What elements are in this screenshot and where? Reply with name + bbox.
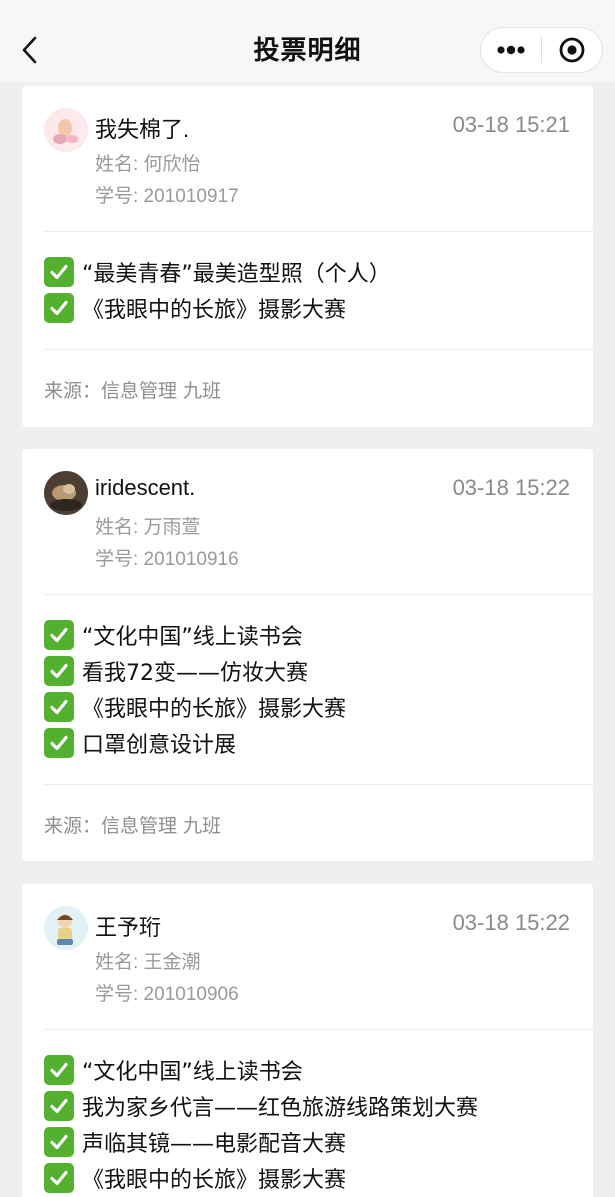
vote-item: “文化中国”线上读书会 <box>44 1052 573 1088</box>
vote-item-label: 我为家乡代言——红色旅游线路策划大赛 <box>82 1096 479 1121</box>
divider <box>44 784 593 785</box>
check-mark-icon <box>44 1127 74 1157</box>
divider <box>44 1029 593 1030</box>
vote-item: “最美青春”最美造型照（个人） <box>44 254 573 290</box>
vote-time: 03-18 15:22 <box>452 475 570 500</box>
nav-bar: 投票明细 <box>0 0 615 82</box>
vote-item-label: 口罩创意设计展 <box>82 733 237 758</box>
avatar[interactable] <box>44 108 88 152</box>
more-button[interactable] <box>481 28 541 72</box>
vote-item: “文化中国”线上读书会 <box>44 617 573 653</box>
student-id: 学号: 201010906 <box>95 984 239 1005</box>
target-circle-icon <box>559 37 585 63</box>
divider <box>44 594 593 595</box>
divider <box>44 231 593 232</box>
vote-time: 03-18 15:22 <box>452 910 570 935</box>
student-id: 学号: 201010916 <box>95 549 239 570</box>
student-id: 学号: 201010917 <box>95 186 239 207</box>
check-mark-icon <box>44 1091 74 1121</box>
divider <box>44 349 593 350</box>
vote-list: “最美青春”最美造型照（个人） 《我眼中的长旅》摄影大赛 <box>44 254 573 326</box>
vote-item-label: 声临其镜——电影配音大赛 <box>82 1132 347 1157</box>
vote-card: 王予珩 03-18 15:22 姓名: 王金潮 学号: 201010906 “文… <box>22 884 593 1197</box>
nickname: iridescent. <box>95 475 196 500</box>
check-mark-icon <box>44 728 74 758</box>
vote-list: “文化中国”线上读书会 看我72变——仿妆大赛 《我眼中的长旅》摄影大赛 口罩创… <box>44 617 573 761</box>
vote-item: 口罩创意设计展 <box>44 725 573 761</box>
avatar[interactable] <box>44 906 88 950</box>
vote-item: 《我眼中的长旅》摄影大赛 <box>44 1160 573 1196</box>
vote-item-label: “文化中国”线上读书会 <box>82 625 303 650</box>
check-mark-icon <box>44 293 74 323</box>
real-name: 姓名: 万雨萱 <box>95 517 201 538</box>
vote-item: 《我眼中的长旅》摄影大赛 <box>44 290 573 326</box>
vote-item-label: 《我眼中的长旅》摄影大赛 <box>82 697 347 722</box>
vote-item: 看我72变——仿妆大赛 <box>44 653 573 689</box>
more-dots-icon <box>497 45 525 55</box>
vote-list: “文化中国”线上读书会 我为家乡代言——红色旅游线路策划大赛 声临其镜——电影配… <box>44 1052 573 1196</box>
user-avatar-icon <box>44 471 88 515</box>
check-mark-icon <box>44 620 74 650</box>
real-name: 姓名: 王金潮 <box>95 952 201 973</box>
check-mark-icon <box>44 1163 74 1193</box>
real-name: 姓名: 何欣怡 <box>95 154 201 175</box>
vote-card: 我失棉了. 03-18 15:21 姓名: 何欣怡 学号: 201010917 … <box>22 86 593 427</box>
user-avatar-icon <box>44 906 88 950</box>
check-mark-icon <box>44 257 74 287</box>
user-avatar-icon <box>44 108 88 152</box>
nickname: 王予珩 <box>95 915 162 940</box>
check-mark-icon <box>44 1055 74 1085</box>
vote-item: 我为家乡代言——红色旅游线路策划大赛 <box>44 1088 573 1124</box>
vote-item: 《我眼中的长旅》摄影大赛 <box>44 689 573 725</box>
close-button[interactable] <box>542 28 602 72</box>
avatar[interactable] <box>44 471 88 515</box>
check-mark-icon <box>44 692 74 722</box>
vote-item-label: “文化中国”线上读书会 <box>82 1060 303 1085</box>
vote-item-label: 《我眼中的长旅》摄影大赛 <box>82 1168 347 1193</box>
source-label: 来源：信息管理 九班 <box>44 815 222 837</box>
nickname: 我失棉了. <box>95 117 190 142</box>
mini-program-capsule <box>480 27 603 73</box>
check-mark-icon <box>44 656 74 686</box>
vote-item-label: 看我72变——仿妆大赛 <box>82 661 308 686</box>
vote-time: 03-18 15:21 <box>452 112 570 137</box>
source-label: 来源：信息管理 九班 <box>44 380 222 402</box>
vote-item-label: “最美青春”最美造型照（个人） <box>82 262 391 287</box>
vote-item-label: 《我眼中的长旅》摄影大赛 <box>82 298 347 323</box>
vote-card: iridescent. 03-18 15:22 姓名: 万雨萱 学号: 2010… <box>22 449 593 861</box>
vote-item: 声临其镜——电影配音大赛 <box>44 1124 573 1160</box>
